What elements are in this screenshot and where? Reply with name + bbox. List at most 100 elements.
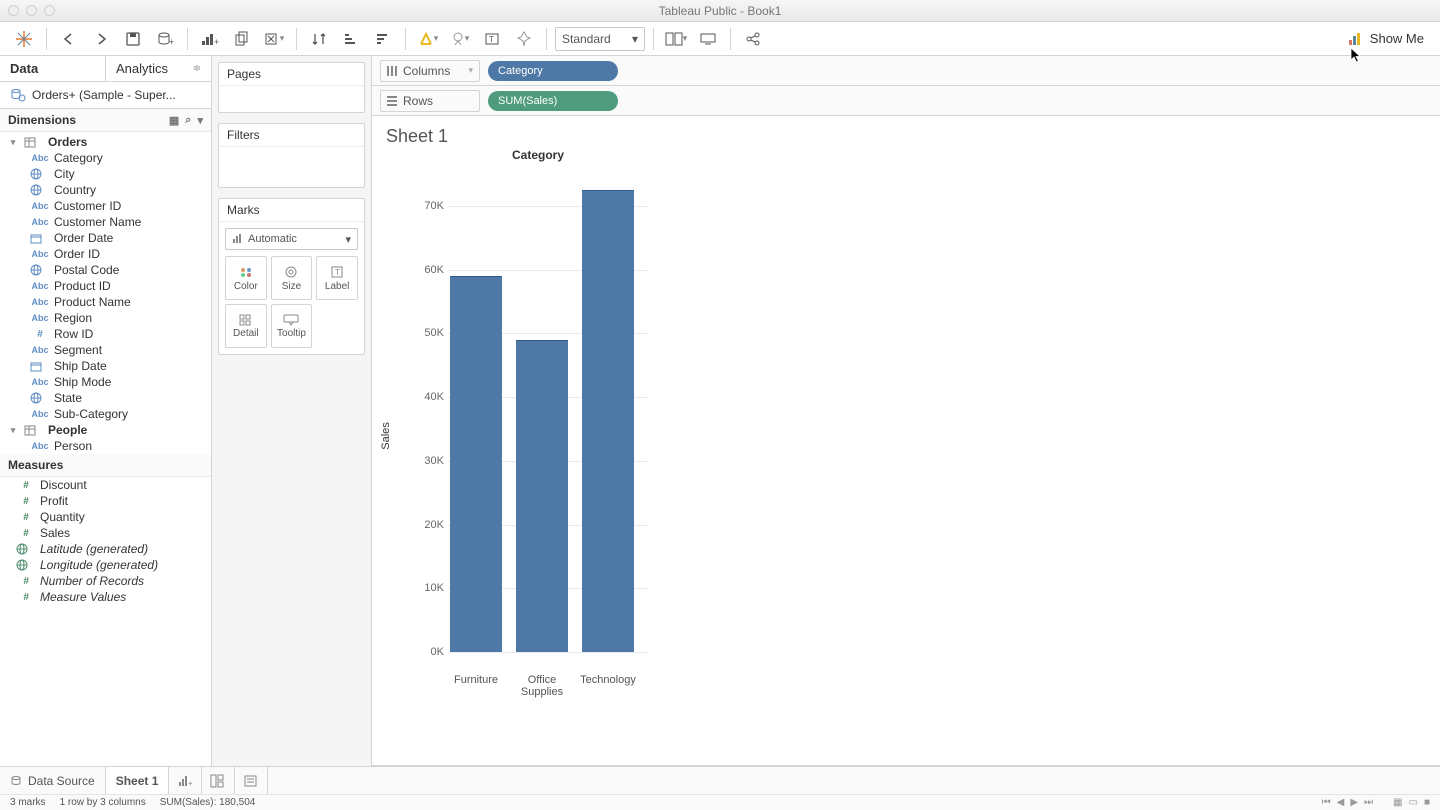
field-sub-category[interactable]: AbcSub-Category (0, 406, 211, 422)
show-cards-icon[interactable] (662, 26, 690, 52)
worksheet[interactable]: Sheet 1 Category Sales 0K10K20K30K40K50K… (372, 116, 1440, 766)
rows-shelf-label[interactable]: Rows (380, 90, 480, 112)
toolbar: + + T Standard ▾ (0, 22, 1440, 56)
nav-next-icon[interactable]: ▶ (1350, 797, 1358, 808)
data-source-tab[interactable]: Data Source (0, 767, 106, 794)
field-city[interactable]: City (0, 166, 211, 182)
marks-tooltip-button[interactable]: Tooltip (271, 304, 313, 348)
field-segment[interactable]: AbcSegment (0, 342, 211, 358)
svg-text:T: T (489, 35, 494, 44)
columns-pill[interactable]: Category (488, 61, 618, 81)
field-person[interactable]: AbcPerson (0, 438, 211, 454)
new-worksheet-icon[interactable]: + (196, 26, 224, 52)
view-as-list-icon[interactable]: ▦ (169, 114, 179, 127)
bar-chart[interactable]: Category Sales 0K10K20K30K40K50K60K70KFu… (388, 156, 668, 716)
field-state[interactable]: State (0, 390, 211, 406)
field-category[interactable]: AbcCategory (0, 150, 211, 166)
measure-number-of-records[interactable]: #Number of Records (0, 573, 211, 589)
field-customer-name[interactable]: AbcCustomer Name (0, 214, 211, 230)
field-ship-mode[interactable]: AbcShip Mode (0, 374, 211, 390)
bar-furniture[interactable] (450, 276, 502, 652)
pages-card[interactable]: Pages (218, 62, 365, 113)
save-button[interactable] (119, 26, 147, 52)
fit-select[interactable]: Standard ▾ (555, 27, 645, 51)
show-me-button[interactable]: Show Me (1342, 27, 1430, 50)
measure-profit[interactable]: #Profit (0, 493, 211, 509)
swap-icon[interactable] (305, 26, 333, 52)
data-tab-label: Data (10, 61, 38, 76)
tableau-logo-icon[interactable] (10, 26, 38, 52)
measure-measure-values[interactable]: #Measure Values (0, 589, 211, 605)
nav-prev-icon[interactable]: ◀ (1337, 797, 1345, 808)
nav-first-icon[interactable]: ⏮ (1322, 797, 1331, 808)
pin-icon[interactable] (510, 26, 538, 52)
sheet1-tab[interactable]: Sheet 1 (106, 767, 170, 794)
field-order-date[interactable]: Order Date (0, 230, 211, 246)
marks-type-select[interactable]: Automatic ▾ (225, 228, 358, 250)
field-postal-code[interactable]: Postal Code (0, 262, 211, 278)
marks-size-button[interactable]: Size (271, 256, 313, 300)
group-icon[interactable] (446, 26, 474, 52)
status-marks: 3 marks (10, 797, 46, 808)
view-grid-icon[interactable]: ▦ (1393, 797, 1402, 808)
sort-asc-icon[interactable] (337, 26, 365, 52)
sort-desc-icon[interactable] (369, 26, 397, 52)
show-me-icon (1348, 32, 1364, 46)
rows-shelf[interactable]: Rows SUM(Sales) (372, 86, 1440, 116)
field-country[interactable]: Country (0, 182, 211, 198)
view-full-icon[interactable]: ■ (1424, 797, 1430, 808)
cards-column: Pages Filters Marks Automatic ▾ (212, 56, 372, 766)
filters-card[interactable]: Filters (218, 123, 365, 188)
rows-pill[interactable]: SUM(Sales) (488, 91, 618, 111)
back-button[interactable] (55, 26, 83, 52)
columns-shelf[interactable]: Columns ▾ Category (372, 56, 1440, 86)
columns-pill-label: Category (498, 65, 543, 77)
share-icon[interactable] (739, 26, 767, 52)
measure-latitude-generated-[interactable]: Latitude (generated) (0, 541, 211, 557)
chart-header: Category (438, 148, 638, 162)
marks-card[interactable]: Marks Automatic ▾ Color (218, 198, 365, 355)
measure-discount[interactable]: #Discount (0, 477, 211, 493)
presentation-icon[interactable] (694, 26, 722, 52)
view-film-icon[interactable]: ▭ (1409, 797, 1418, 808)
marks-detail-button[interactable]: Detail (225, 304, 267, 348)
marks-label-button[interactable]: T Label (316, 256, 358, 300)
bar-office-supplies[interactable] (516, 340, 568, 652)
new-dashboard-button[interactable] (202, 767, 235, 794)
clear-sheet-icon[interactable] (260, 26, 288, 52)
field-ship-date[interactable]: Ship Date (0, 358, 211, 374)
field-row-id[interactable]: #Row ID (0, 326, 211, 342)
field-region[interactable]: AbcRegion (0, 310, 211, 326)
table-people[interactable]: ▾People (0, 422, 211, 438)
measure-quantity[interactable]: #Quantity (0, 509, 211, 525)
highlight-icon[interactable] (414, 26, 442, 52)
field-product-id[interactable]: AbcProduct ID (0, 278, 211, 294)
new-story-button[interactable] (235, 767, 268, 794)
datasource-row[interactable]: Orders+ (Sample - Super... (0, 82, 211, 109)
window-title: Tableau Public - Book1 (0, 4, 1440, 18)
duplicate-icon[interactable] (228, 26, 256, 52)
fit-select-label: Standard (562, 32, 611, 46)
new-sheet-button[interactable]: + (169, 767, 202, 794)
field-order-id[interactable]: AbcOrder ID (0, 246, 211, 262)
forward-button[interactable] (87, 26, 115, 52)
analytics-tab[interactable]: Analytics ≑ (105, 56, 211, 81)
measure-longitude-generated-[interactable]: Longitude (generated) (0, 557, 211, 573)
marks-color-button[interactable]: Color (225, 256, 267, 300)
y-tick-label: 20K (408, 519, 444, 531)
nav-last-icon[interactable]: ⏭ (1364, 797, 1373, 808)
bar-technology[interactable] (582, 190, 634, 652)
data-tab[interactable]: Data (0, 56, 105, 81)
detail-icon (239, 314, 253, 326)
label-toggle-icon[interactable]: T (478, 26, 506, 52)
field-customer-id[interactable]: AbcCustomer ID (0, 198, 211, 214)
chevron-down-icon[interactable]: ▾ (197, 114, 203, 127)
sheet-title[interactable]: Sheet 1 (372, 116, 1440, 151)
columns-shelf-label[interactable]: Columns ▾ (380, 60, 480, 82)
status-bar: 3 marks 1 row by 3 columns SUM(Sales): 1… (0, 794, 1440, 810)
table-orders[interactable]: ▾Orders (0, 134, 211, 150)
measure-sales[interactable]: #Sales (0, 525, 211, 541)
field-product-name[interactable]: AbcProduct Name (0, 294, 211, 310)
search-field-icon[interactable]: ⌕ (185, 114, 191, 127)
new-data-button[interactable]: + (151, 26, 179, 52)
